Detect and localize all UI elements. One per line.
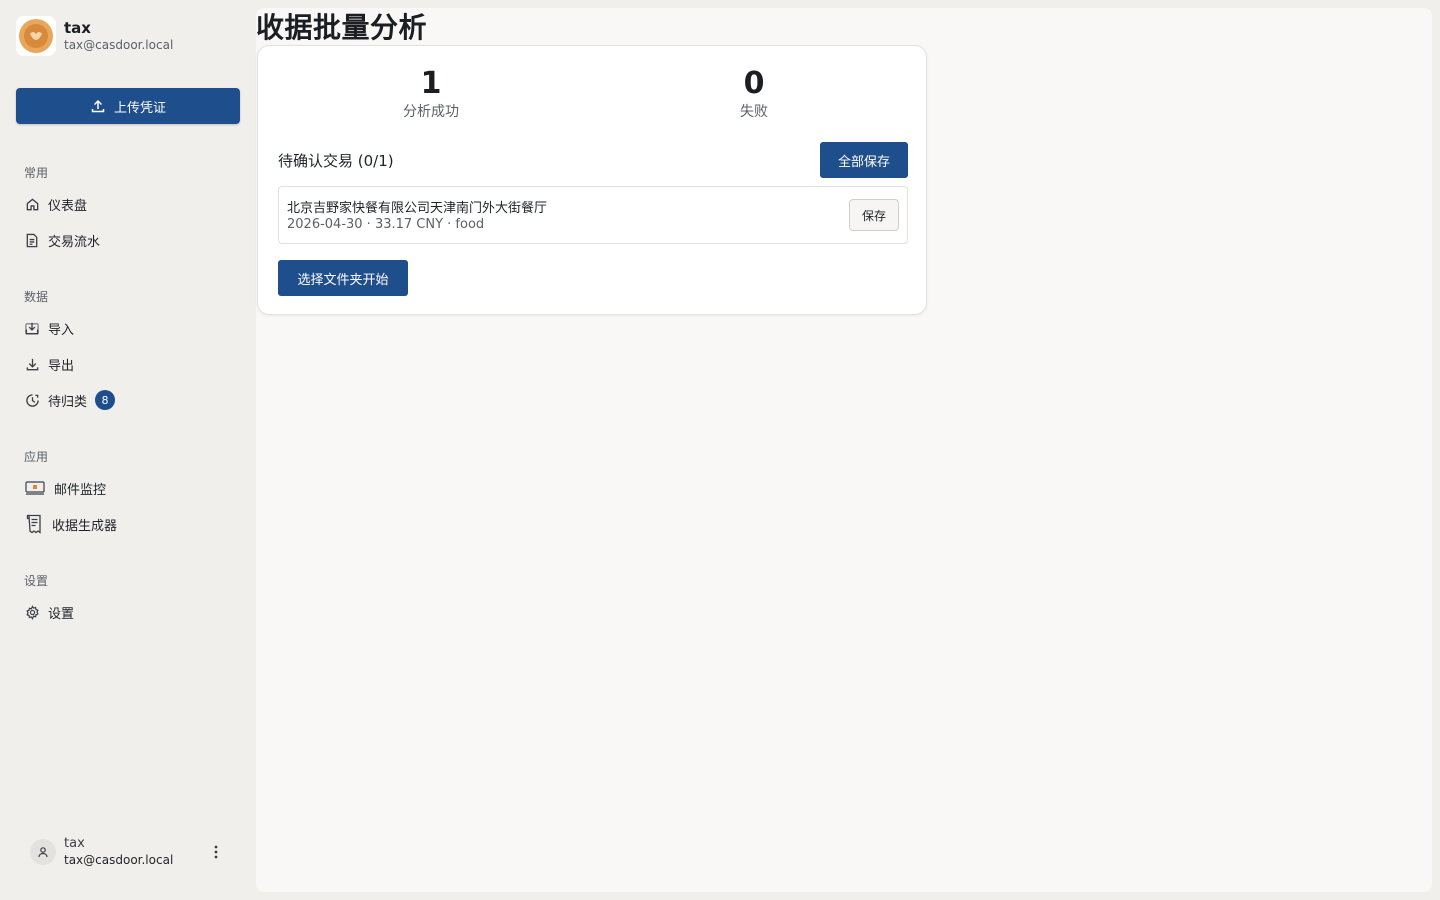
app-logo [16, 16, 56, 56]
more-vertical-icon [214, 845, 218, 859]
sidebar-item-mail-monitor[interactable]: 邮件监控 [24, 476, 106, 500]
sidebar-item-label: 邮件监控 [54, 482, 107, 498]
section-label-apps: 应用 [24, 450, 49, 464]
section-label-settings: 设置 [24, 574, 49, 588]
uncategorized-count-badge: 8 [95, 390, 116, 410]
success-stat: 1 分析成功 [361, 66, 501, 122]
sidebar-item-settings[interactable]: 设置 [24, 600, 74, 624]
sidebar-item-label: 导入 [48, 322, 75, 338]
failed-stat: 0 失败 [684, 66, 824, 122]
sidebar-item-export[interactable]: 导出 [24, 352, 74, 376]
profile-email: tax@casdoor.local [64, 37, 174, 52]
document-icon [24, 232, 40, 248]
profile-name: tax [64, 19, 91, 38]
user-icon [38, 847, 48, 858]
footer-user-name: tax [64, 835, 85, 851]
pending-transactions-title: 待确认交易 (0/1) [278, 152, 394, 170]
sidebar-item-label: 设置 [48, 606, 75, 622]
success-count: 1 [420, 66, 442, 101]
sidebar-item-label: 待归类 [48, 394, 88, 410]
more-options-button[interactable] [206, 842, 226, 862]
sidebar-item-label: 交易流水 [48, 234, 101, 250]
footer-user[interactable]: tax tax@casdoor.local [30, 834, 230, 870]
sidebar-item-receipt-generator[interactable]: 收据生成器 [24, 512, 117, 536]
select-folder-button[interactable]: 选择文件夹开始 [278, 260, 408, 296]
batch-analysis-card: 1 分析成功 0 失败 待确认交易 (0/1) 全部保存 北京吉野家快餐有限公司… [257, 45, 927, 315]
save-all-button[interactable]: 全部保存 [820, 142, 908, 178]
pending-transaction-row: 北京吉野家快餐有限公司天津南门外大街餐厅 2026-04-30 · 33.17 … [278, 186, 908, 244]
transaction-meta: 2026-04-30 · 33.17 CNY · food [287, 217, 485, 232]
mail-monitor-icon [24, 480, 46, 496]
footer-user-email: tax@casdoor.local [64, 852, 174, 867]
sidebar-item-import[interactable]: 导入 [24, 316, 74, 340]
sidebar-item-label: 导出 [48, 358, 75, 374]
success-label: 分析成功 [403, 104, 459, 120]
sidebar-item-transactions[interactable]: 交易流水 [24, 228, 100, 252]
sidebar-item-label: 仪表盘 [48, 198, 88, 214]
save-transaction-button[interactable]: 保存 [849, 199, 899, 231]
sidebar-item-uncategorized[interactable]: 待归类 8 [24, 388, 116, 412]
section-label-common: 常用 [24, 166, 49, 180]
clock-icon [24, 392, 40, 408]
receipt-icon [24, 514, 44, 534]
gear-icon [24, 604, 40, 620]
failed-label: 失败 [740, 104, 768, 120]
upload-icon [91, 99, 105, 113]
avatar [30, 839, 56, 865]
section-label-data: 数据 [24, 290, 49, 304]
upload-receipt-label: 上传凭证 [113, 100, 166, 116]
home-icon [24, 196, 40, 212]
sidebar-item-label: 收据生成器 [52, 518, 118, 534]
page-title: 收据批量分析 [256, 11, 428, 44]
profile-header[interactable]: tax tax@casdoor.local [16, 14, 240, 58]
import-icon [24, 320, 40, 336]
transaction-merchant: 北京吉野家快餐有限公司天津南门外大街餐厅 [287, 201, 548, 216]
sidebar: tax tax@casdoor.local 上传凭证 常用 仪表盘 交易流水 数… [0, 0, 256, 900]
sidebar-item-dashboard[interactable]: 仪表盘 [24, 192, 87, 216]
upload-receipt-button[interactable]: 上传凭证 [16, 88, 240, 124]
failed-count: 0 [743, 66, 765, 101]
download-icon [24, 356, 40, 372]
